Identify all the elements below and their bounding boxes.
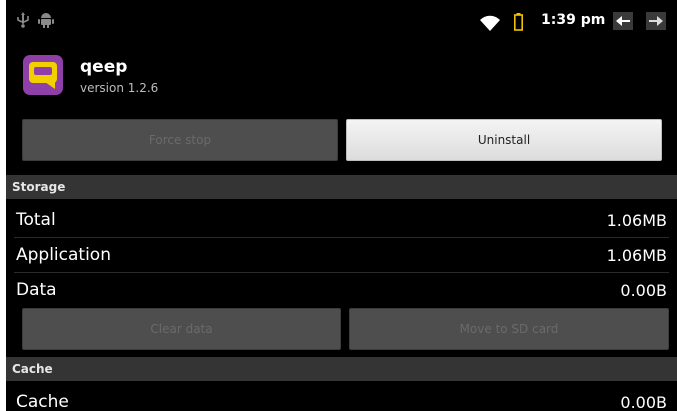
row-value: 1.06MB: [606, 211, 667, 230]
signal-icon: [613, 12, 633, 30]
row-value: 0.00B: [620, 393, 667, 411]
force-stop-button[interactable]: Force stop: [22, 119, 338, 161]
row-label: Data: [16, 280, 57, 300]
app-info-screen: 1:39 pm qeep version 1.2.6 Force stop Un…: [6, 0, 677, 411]
app-version: version 1.2.6: [80, 81, 159, 95]
app-name: qeep: [80, 57, 128, 77]
row-label: Cache: [16, 392, 69, 411]
battery-icon: [514, 13, 523, 31]
qeep-app-icon: [23, 55, 63, 95]
usb-icon: [17, 12, 29, 28]
android-icon: [38, 13, 54, 28]
row-value: 1.06MB: [606, 246, 667, 265]
storage-row-data: Data 0.00B: [6, 273, 677, 307]
signal-icon: [646, 12, 666, 30]
storage-row-total: Total 1.06MB: [6, 203, 677, 237]
clear-data-button[interactable]: Clear data: [22, 308, 341, 350]
storage-row-application: Application 1.06MB: [6, 238, 677, 272]
status-bar: 1:39 pm: [6, 0, 677, 38]
cache-row: Cache 0.00B: [6, 385, 677, 411]
status-clock: 1:39 pm: [541, 12, 606, 28]
storage-section-header: Storage: [6, 175, 677, 199]
wifi-icon: [480, 15, 500, 31]
row-value: 0.00B: [620, 281, 667, 300]
uninstall-button[interactable]: Uninstall: [346, 119, 662, 161]
row-label: Application: [16, 245, 111, 265]
row-label: Total: [16, 210, 56, 230]
cache-section-header: Cache: [6, 357, 677, 381]
move-to-sd-card-button[interactable]: Move to SD card: [349, 308, 669, 350]
